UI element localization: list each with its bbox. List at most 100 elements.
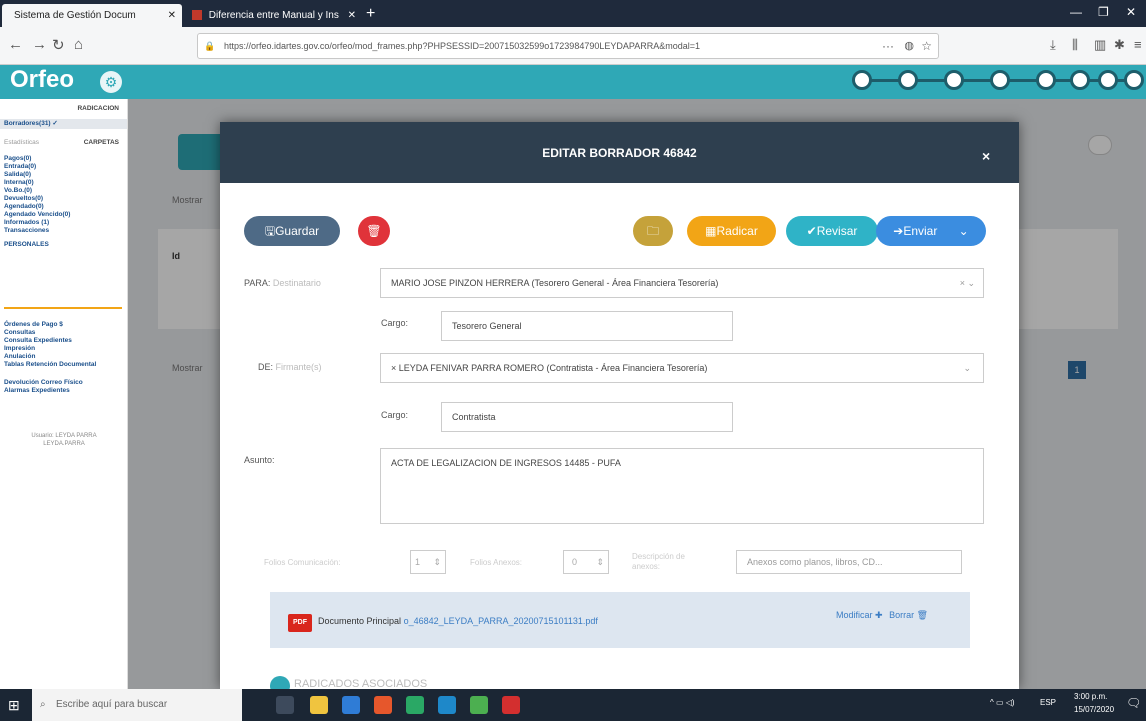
cargo-field[interactable]: Contratista	[441, 402, 733, 432]
clear-chevron-icon[interactable]: × ⌄	[960, 269, 975, 297]
sidebar-folder[interactable]: Salida(0)	[4, 171, 31, 178]
para-select[interactable]: MARIO JOSE PINZON HERRERA (Tesorero Gene…	[380, 268, 984, 298]
anexos-label: Folios Anexos:	[470, 558, 523, 567]
home-icon[interactable]: ⌂	[74, 36, 83, 53]
browser-tab-bar: Sistema de Gestión Docum ✕ Diferencia en…	[0, 0, 1146, 27]
sidebar-folder[interactable]: Agendado(0)	[4, 203, 44, 210]
modificar-link[interactable]: Modificar	[836, 610, 873, 620]
de-select[interactable]: × LEYDA FENIVAR PARRA ROMERO (Contratist…	[380, 353, 984, 383]
forward-icon[interactable]: →	[32, 36, 47, 53]
sidebar-folder[interactable]: Informados (1)	[4, 219, 49, 226]
sidebar-folder[interactable]: Agendado Vencido(0)	[4, 211, 70, 218]
sidebar-folder[interactable]: Entrada(0)	[4, 163, 36, 170]
sidebar-link[interactable]: Tablas Retención Documental	[4, 361, 124, 369]
guardar-button[interactable]: 🖫Guardar	[244, 216, 340, 246]
sidebar-folder[interactable]: Transacciones	[4, 227, 49, 234]
windows-start-icon[interactable]: ⊞	[8, 697, 20, 714]
page-actions-icon[interactable]: ···	[882, 34, 894, 58]
step-icon[interactable]	[1098, 70, 1118, 90]
revisar-button[interactable]: ✔Revisar	[786, 216, 878, 246]
sidebar-folder[interactable]: Devueltos(0)	[4, 195, 43, 202]
language-indicator[interactable]: ESP	[1040, 698, 1056, 707]
tray-icons[interactable]: ^ ▭ ◁)	[990, 698, 1015, 707]
sidebar-folder[interactable]: Pagos(0)	[4, 155, 31, 162]
sidebar-folder[interactable]: Vo.Bo.(0)	[4, 187, 32, 194]
sidebar-item-estadisticas[interactable]: Estadísticas	[4, 139, 39, 146]
enviar-label: Enviar	[903, 224, 938, 238]
enviar-button[interactable]: ➔Enviar ⌄	[876, 216, 986, 246]
step-icon[interactable]	[990, 70, 1010, 90]
folder-button[interactable]: 🗀	[633, 216, 673, 246]
sidebar-link[interactable]: Consulta Expedientes	[4, 337, 72, 344]
sidebar-folder[interactable]: Interna(0)	[4, 179, 34, 186]
pdf-icon[interactable]: PDF	[288, 614, 312, 632]
up-arrow-icon: ✚	[875, 610, 883, 620]
sidebar-folder[interactable]: PERSONALES	[4, 241, 49, 248]
anexos-input[interactable]: 0 ⇕	[563, 550, 609, 574]
close-icon[interactable]: ×	[982, 148, 990, 164]
borrar-link[interactable]: Borrar	[889, 610, 914, 620]
sidebar-link[interactable]: Devolución Correo Físico	[4, 379, 83, 386]
folios-input[interactable]: 1 ⇕	[410, 550, 446, 574]
maximize-icon[interactable]: ❐	[1098, 5, 1109, 19]
sidebar-item-borradores[interactable]: Borradores(31) ✓	[0, 119, 127, 129]
chevron-down-icon[interactable]: ⌄	[959, 224, 969, 238]
radicados-icon	[270, 676, 290, 689]
sidebar-link[interactable]: Consultas	[4, 329, 35, 336]
back-icon[interactable]: ←	[8, 36, 23, 53]
orfeo-logo[interactable]: Orfeo	[10, 66, 74, 94]
document-principal-label: Documento Principal	[318, 616, 402, 626]
extension-icon[interactable]: ✱	[1114, 37, 1125, 53]
asunto-textarea[interactable]: ACTA DE LEGALIZACION DE INGRESOS 14485 -…	[380, 448, 984, 524]
notifications-icon[interactable]: 🗨	[1126, 696, 1141, 710]
close-window-icon[interactable]: ✕	[1126, 5, 1136, 19]
library-icon[interactable]: ⫼	[1072, 37, 1078, 53]
step-icon[interactable]	[898, 70, 918, 90]
stepper-icon[interactable]: ⇕	[433, 551, 441, 573]
dashboard-icon[interactable]: ⚙	[100, 71, 122, 93]
document-actions: Modificar ✚ Borrar 🗑	[836, 610, 928, 621]
sidebar-link[interactable]: Órdenes de Pago $	[4, 321, 63, 328]
chrome-icon[interactable]	[406, 696, 424, 714]
step-icon[interactable]	[1124, 70, 1144, 90]
firefox-icon[interactable]	[374, 696, 392, 714]
step-icon[interactable]	[1070, 70, 1090, 90]
taskbar-search[interactable]: ⌕ Escribe aquí para buscar	[32, 689, 242, 721]
app-icon[interactable]	[438, 696, 456, 714]
downloads-icon[interactable]: ⤓	[1050, 37, 1056, 53]
radicar-button[interactable]: ▦Radicar	[687, 216, 776, 246]
anexos-description-input[interactable]: Anexos como planos, libros, CD...	[736, 550, 962, 574]
close-tab-icon[interactable]: ✕	[168, 4, 176, 27]
delete-button[interactable]: 🗑	[358, 216, 390, 246]
acrobat-icon[interactable]	[502, 696, 520, 714]
browser-tab-orfeo[interactable]: Sistema de Gestión Docum ✕	[2, 4, 182, 27]
step-icon[interactable]	[1036, 70, 1056, 90]
edge-icon[interactable]	[342, 696, 360, 714]
stepper-icon[interactable]: ⇕	[596, 551, 604, 573]
sidebar-link[interactable]: Impresión	[4, 345, 35, 352]
pocket-icon[interactable]: ◍	[904, 34, 914, 58]
cargo-field[interactable]: Tesorero General	[441, 311, 733, 341]
step-icon[interactable]	[852, 70, 872, 90]
file-explorer-icon[interactable]	[310, 696, 328, 714]
minimize-icon[interactable]: —	[1070, 5, 1082, 19]
task-view-icon[interactable]	[276, 696, 294, 714]
app-icon[interactable]	[470, 696, 488, 714]
new-tab-button[interactable]: +	[366, 4, 375, 24]
bookmark-star-icon[interactable]: ☆	[921, 34, 932, 58]
reload-icon[interactable]: ↻	[52, 36, 65, 54]
chevron-down-icon[interactable]: ⌄	[963, 354, 971, 382]
document-file-link[interactable]: o_46842_LEYDA_PARRA_20200715101131.pdf	[404, 616, 598, 626]
sidebar-icon[interactable]: ▥	[1094, 37, 1106, 53]
clock-date[interactable]: 15/07/2020	[1074, 705, 1114, 714]
url-bar[interactable]: 🔒 https://orfeo.idartes.gov.co/orfeo/mod…	[197, 33, 939, 59]
descripcion-label: Descripción de anexos:	[632, 552, 685, 571]
sidebar-link[interactable]: Alarmas Expedientes	[4, 387, 70, 394]
step-icon[interactable]	[944, 70, 964, 90]
search-icon: ⌕	[40, 699, 46, 710]
browser-tab-diferencia[interactable]: Diferencia entre Manual y Ins ✕	[186, 4, 362, 27]
sidebar-link[interactable]: Anulación	[4, 353, 35, 360]
menu-icon[interactable]: ≡	[1134, 37, 1142, 52]
close-tab-icon[interactable]: ✕	[348, 4, 356, 27]
clock-time[interactable]: 3:00 p.m.	[1074, 692, 1107, 701]
